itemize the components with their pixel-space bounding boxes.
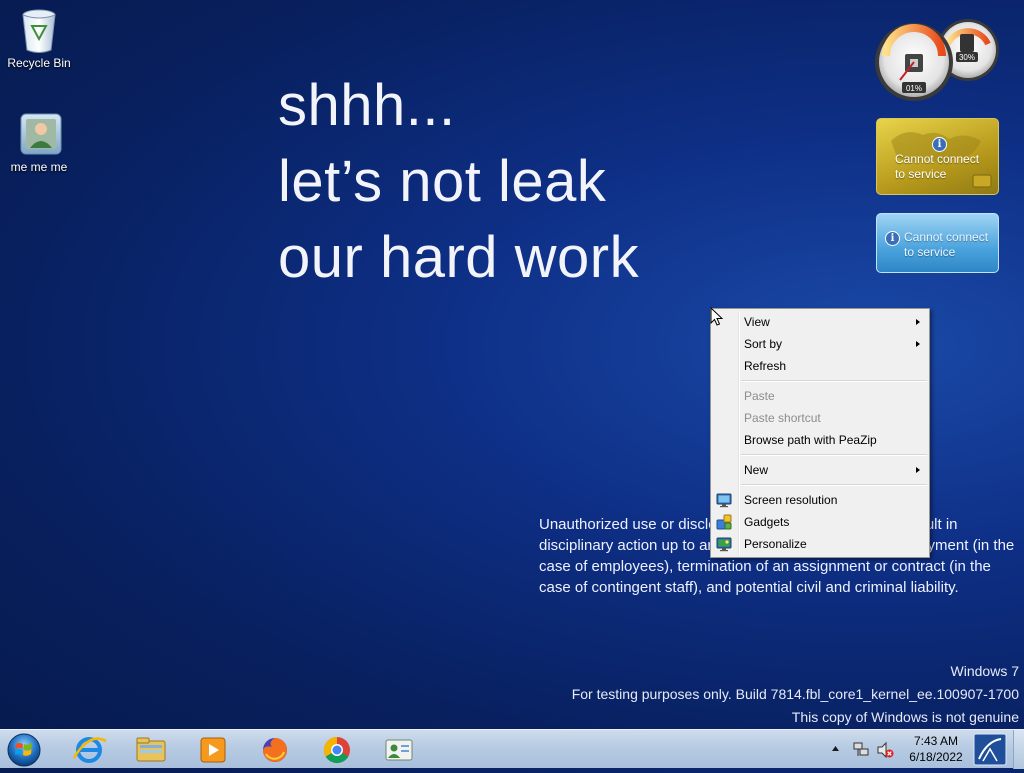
menu-item-label: New bbox=[744, 463, 769, 477]
submenu-arrow-icon bbox=[916, 341, 920, 347]
taskbar-explorer-button[interactable] bbox=[124, 732, 178, 767]
info-icon: i bbox=[932, 137, 947, 152]
mouse-cursor-icon bbox=[710, 307, 724, 326]
media-player-icon bbox=[200, 737, 226, 763]
show-hidden-icons-arrow-icon[interactable] bbox=[831, 744, 840, 753]
menu-item-sort-by[interactable]: Sort by bbox=[711, 333, 929, 355]
watermark-genuine: This copy of Windows is not genuine bbox=[791, 709, 1019, 725]
taskbar-clock[interactable]: 7:43 AM 6/18/2022 bbox=[905, 733, 967, 765]
menu-item-label: Sort by bbox=[744, 337, 783, 351]
taskbar: 7:43 AM 6/18/2022 bbox=[0, 729, 1024, 769]
menu-item-new[interactable]: New bbox=[711, 459, 929, 481]
windows-orb-icon bbox=[7, 733, 41, 767]
gadgets-icon bbox=[716, 514, 732, 530]
menu-item-label: View bbox=[744, 315, 770, 329]
submenu-arrow-icon bbox=[916, 467, 920, 473]
network-status-icon[interactable] bbox=[973, 733, 1007, 766]
wallpaper-headline-line: shhh... bbox=[278, 73, 456, 138]
menu-item-label: Refresh bbox=[744, 359, 787, 373]
wallpaper-headline: shhh... let’s not leak our hard work bbox=[278, 68, 639, 296]
gadget-status-text: Cannot connect bbox=[895, 152, 980, 166]
screen-resolution-icon bbox=[716, 493, 732, 508]
menu-item-label: Browse path with PeaZip bbox=[744, 433, 877, 447]
menu-item-label: Paste shortcut bbox=[744, 411, 821, 425]
taskbar-media-player-button[interactable] bbox=[186, 732, 240, 767]
menu-item-label: Paste bbox=[744, 389, 775, 403]
menu-item-gadgets[interactable]: Gadgets bbox=[711, 511, 929, 533]
menu-item-label: Personalize bbox=[744, 537, 807, 551]
menu-item-label: Screen resolution bbox=[744, 493, 838, 507]
gadget-status-text: Cannot connect bbox=[904, 230, 989, 244]
wallpaper-headline-line: our hard work bbox=[278, 225, 640, 290]
cpu-percent-text: 01% bbox=[906, 84, 922, 93]
wallpaper-headline-line: let’s not leak bbox=[278, 149, 607, 214]
taskbar-chrome-button[interactable] bbox=[310, 732, 364, 767]
desktop-icon-user-folder[interactable]: me me me bbox=[4, 112, 74, 174]
desktop-context-menu: View Sort by Refresh Paste Paste shortcu… bbox=[710, 308, 930, 558]
menu-item-paste[interactable]: Paste bbox=[711, 385, 929, 407]
watermark-edition: Windows 7 bbox=[950, 663, 1019, 679]
gadget-status-text: to service bbox=[904, 245, 956, 259]
desktop-icon-label: Recycle Bin bbox=[7, 56, 71, 70]
taskbar-contacts-button[interactable] bbox=[372, 732, 426, 767]
desktop-icon-label: me me me bbox=[10, 160, 68, 174]
user-folder-icon bbox=[19, 112, 62, 156]
menu-item-screen-resolution[interactable]: Screen resolution bbox=[711, 489, 929, 511]
recycle-bin-icon bbox=[19, 8, 59, 53]
volume-muted-icon[interactable] bbox=[876, 741, 894, 759]
menu-separator bbox=[741, 454, 927, 456]
contacts-app-icon bbox=[385, 739, 413, 761]
windows-explorer-icon bbox=[136, 737, 166, 762]
info-icon: i bbox=[885, 231, 900, 246]
show-desktop-button[interactable] bbox=[1013, 730, 1024, 769]
menu-item-label: Gadgets bbox=[744, 515, 790, 529]
personalize-icon bbox=[716, 537, 732, 552]
submenu-arrow-icon bbox=[916, 319, 920, 325]
watermark-build: For testing purposes only. Build 7814.fb… bbox=[571, 686, 1019, 702]
weather-gadget[interactable]: i Cannot connect to service bbox=[876, 213, 999, 273]
chrome-icon bbox=[323, 736, 350, 764]
taskbar-firefox-button[interactable] bbox=[248, 732, 302, 767]
clock-date: 6/18/2022 bbox=[909, 750, 963, 764]
menu-separator bbox=[741, 380, 927, 382]
taskbar-ie-button[interactable] bbox=[62, 732, 116, 767]
currency-gadget[interactable]: i Cannot connect to service bbox=[876, 118, 999, 195]
firefox-icon bbox=[263, 738, 287, 762]
clock-time: 7:43 AM bbox=[913, 734, 959, 748]
start-button[interactable] bbox=[4, 731, 44, 768]
cpu-meter-gadget[interactable]: 30% 01% bbox=[874, 10, 1002, 102]
desktop-icon-recycle-bin[interactable]: Recycle Bin bbox=[4, 8, 74, 70]
menu-separator bbox=[741, 484, 927, 486]
menu-item-paste-shortcut[interactable]: Paste shortcut bbox=[711, 407, 929, 429]
menu-item-browse-peazip[interactable]: Browse path with PeaZip bbox=[711, 429, 929, 451]
network-icon[interactable] bbox=[852, 741, 870, 759]
menu-item-refresh[interactable]: Refresh bbox=[711, 355, 929, 377]
memory-percent-text: 30% bbox=[959, 53, 975, 62]
menu-item-view[interactable]: View bbox=[711, 311, 929, 333]
menu-item-personalize[interactable]: Personalize bbox=[711, 533, 929, 555]
gadget-status-text: to service bbox=[895, 167, 947, 181]
internet-explorer-icon bbox=[72, 737, 107, 763]
